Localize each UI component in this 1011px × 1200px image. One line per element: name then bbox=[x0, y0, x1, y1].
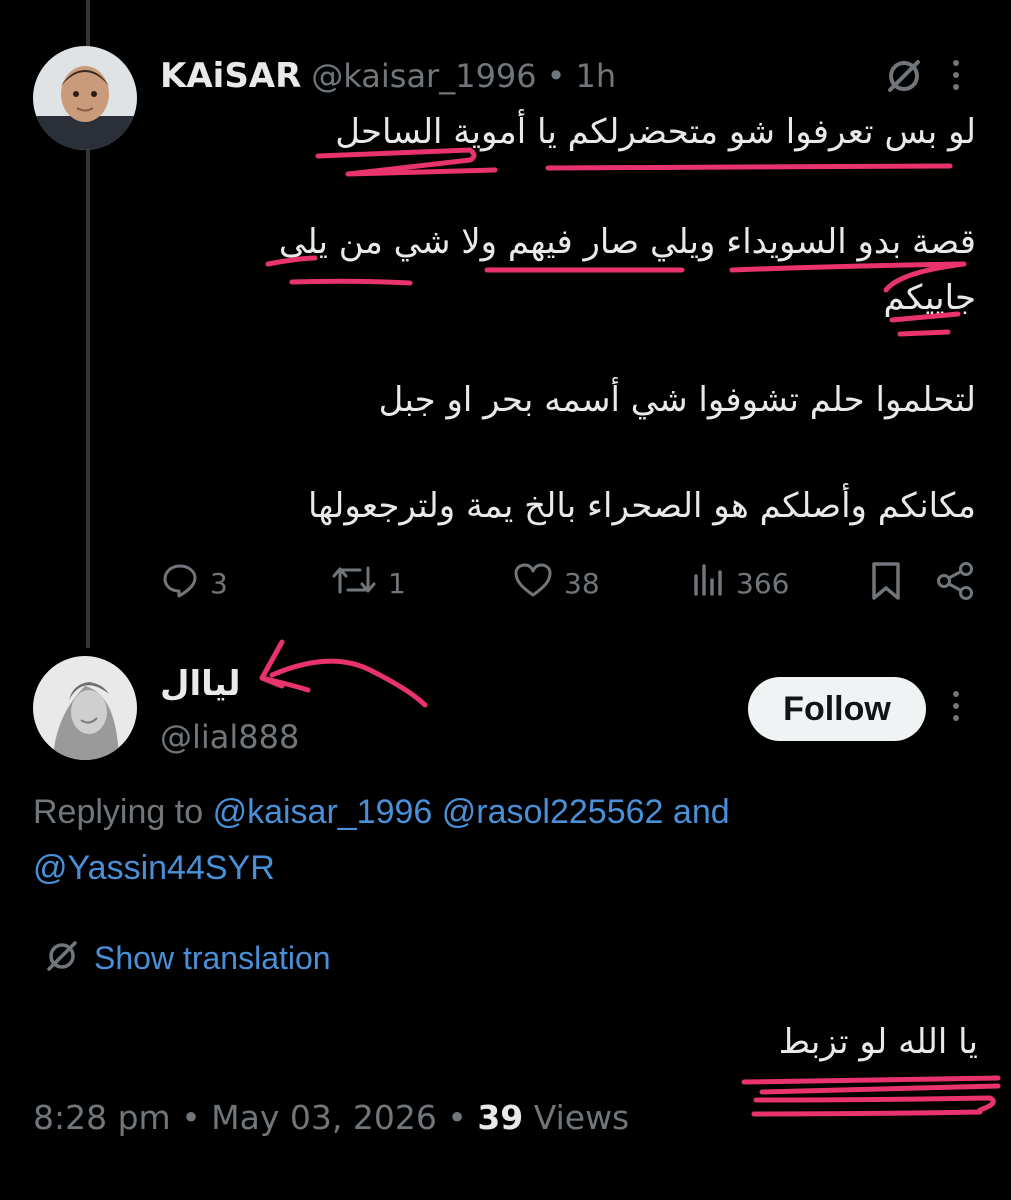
reply-date[interactable]: May 03, 2026 bbox=[211, 1098, 437, 1137]
show-translation-label: Show translation bbox=[94, 939, 331, 976]
tweet-text-line-3: جاييكم bbox=[883, 278, 976, 318]
reply-views-label: Views bbox=[533, 1098, 630, 1137]
author-handle[interactable]: @kaisar_1996 bbox=[311, 57, 536, 95]
views-icon bbox=[690, 560, 726, 607]
like-action[interactable]: 38 bbox=[512, 560, 600, 607]
views-action[interactable]: 366 bbox=[690, 560, 789, 607]
mention-yassin[interactable]: @Yassin44SYR bbox=[33, 849, 275, 887]
tweet-header: KAiSAR @kaisar_1996 • 1h bbox=[160, 56, 616, 96]
arrow-shaft bbox=[269, 658, 428, 708]
reply-time[interactable]: 8:28 pm bbox=[33, 1098, 171, 1137]
mention-rasol[interactable]: @rasol225562 bbox=[442, 793, 664, 831]
underline-line1-right bbox=[545, 163, 953, 171]
author-name[interactable]: KAiSAR bbox=[160, 56, 301, 96]
underline-line2-b bbox=[289, 278, 413, 286]
underline-line3-b bbox=[897, 329, 951, 337]
grok-icon[interactable] bbox=[884, 56, 924, 96]
retweet-count: 1 bbox=[388, 567, 406, 600]
kaisar-avatar[interactable] bbox=[33, 46, 137, 150]
like-count: 38 bbox=[564, 567, 600, 600]
tweet-text-line-1: لو بس تعرفوا شو متحضرلكم يا أموية الساحل bbox=[335, 112, 976, 152]
reply-action[interactable]: 3 bbox=[160, 560, 228, 607]
scribble-1 bbox=[741, 1075, 1001, 1085]
replying-to-label: Replying to bbox=[33, 793, 204, 831]
replying-to-block: Replying to @kaisar_1996 @rasol225562 an… bbox=[33, 784, 933, 896]
reply-icon bbox=[160, 560, 200, 607]
tweet-text-line-2: قصة بدو السويداء ويلي صار فيهم ولا شي من… bbox=[278, 222, 976, 262]
reply-more-icon[interactable] bbox=[953, 691, 959, 721]
tweet-text-line-5: مكانكم وأصلكم هو الصحراء بالخ يمة ولترجع… bbox=[307, 486, 976, 526]
reply-author-name[interactable]: لياال bbox=[160, 664, 241, 704]
bookmark-icon[interactable] bbox=[868, 560, 904, 606]
mention-kaisar[interactable]: @kaisar_1996 bbox=[213, 793, 433, 831]
follow-button[interactable]: Follow bbox=[748, 677, 926, 741]
meta-separator-2: • bbox=[447, 1098, 467, 1137]
retweet-action[interactable]: 1 bbox=[330, 560, 406, 607]
mention-and: and bbox=[672, 793, 730, 831]
arrow-head bbox=[259, 639, 311, 693]
scribble-3 bbox=[753, 1095, 996, 1113]
lial-avatar[interactable] bbox=[33, 656, 137, 760]
tweet-text-line-4: لتحلموا حلم تشوفوا شي أسمه بحر او جبل bbox=[378, 380, 976, 420]
heart-icon bbox=[512, 560, 554, 607]
views-count: 366 bbox=[736, 567, 790, 600]
reply-author-handle[interactable]: @lial888 bbox=[160, 718, 299, 756]
more-icon[interactable] bbox=[953, 60, 959, 90]
show-translation-button[interactable]: Show translation bbox=[44, 938, 331, 978]
header-separator: • bbox=[546, 57, 566, 95]
reply-meta: 8:28 pm • May 03, 2026 • 39 Views bbox=[33, 1098, 629, 1137]
reply-count: 3 bbox=[210, 567, 228, 600]
share-icon[interactable] bbox=[934, 560, 976, 606]
meta-separator-1: • bbox=[181, 1098, 201, 1137]
scribble-2 bbox=[759, 1083, 1001, 1095]
reply-text: يا الله لو تزبط bbox=[778, 1022, 978, 1062]
reply-views-count: 39 bbox=[477, 1098, 524, 1137]
retweet-icon bbox=[330, 560, 378, 607]
tweet-time[interactable]: 1h bbox=[576, 57, 617, 95]
scribble-4 bbox=[751, 1109, 983, 1117]
translate-icon bbox=[44, 938, 80, 978]
